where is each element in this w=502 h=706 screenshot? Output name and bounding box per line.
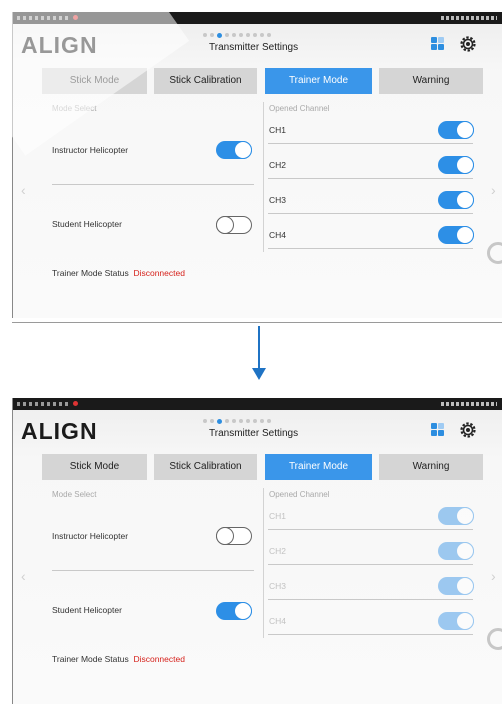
trainer-status: Trainer Mode Status Disconnected [52,654,185,664]
trainer-status-value: Disconnected [133,268,185,278]
tab-stick-mode[interactable]: Stick Mode [42,454,147,480]
system-status-icons [441,402,497,406]
side-handle-icon [487,242,502,264]
divider [268,143,473,144]
trainer-status-value: Disconnected [133,654,185,664]
instructor-helicopter-label: Instructor Helicopter [52,531,129,541]
instructor-helicopter-label: Instructor Helicopter [52,145,129,155]
channel-label: CH2 [269,160,287,170]
page-title: Transmitter Settings [209,428,299,439]
channel-label: CH1 [269,511,287,521]
system-status-icons [441,16,497,20]
status-bar [13,398,502,410]
chevron-left-icon[interactable]: ‹ [21,182,26,198]
page-dot [225,33,229,37]
channel-label: CH2 [269,546,287,556]
page-dot [239,419,243,423]
divider [268,529,473,530]
side-handle-icon [487,628,502,650]
channel-toggle[interactable] [438,507,474,525]
chevron-right-icon[interactable]: › [491,568,496,584]
page-dot [217,418,222,424]
mode-select-label: Mode Select [52,490,97,499]
trainer-status-label: Trainer Mode Status [52,268,129,278]
divider [268,564,473,565]
tab-trainer-mode[interactable]: Trainer Mode [265,454,372,480]
channel-toggle[interactable] [438,542,474,560]
app-header: ALIGN Transmitter Settings [13,410,502,452]
opened-channel-label: Opened Channel [269,104,330,113]
channel-toggle[interactable] [438,612,474,630]
channel-toggle[interactable] [438,191,474,209]
tab-trainer-mode[interactable]: Trainer Mode [265,68,372,94]
channel-toggle[interactable] [438,226,474,244]
page-dot [267,33,271,37]
page-indicator [203,418,271,424]
grid-icon[interactable] [431,423,444,436]
trainer-status: Trainer Mode Status Disconnected [52,268,185,278]
channel-label: CH3 [269,195,287,205]
align-logo: ALIGN [21,418,98,444]
gear-icon[interactable] [458,34,478,54]
page-title: Transmitter Settings [209,42,299,53]
panel-divider [263,102,264,252]
chevron-left-icon[interactable]: ‹ [21,568,26,584]
opened-channel-label: Opened Channel [269,490,330,499]
chevron-right-icon[interactable]: › [491,182,496,198]
screen-edge [12,322,502,323]
page-dot [210,33,214,37]
page-dot [246,419,250,423]
instructor-toggle[interactable] [216,141,252,159]
page-dot [232,33,236,37]
divider [52,184,254,185]
tab-stick-calibration[interactable]: Stick Calibration [154,68,257,94]
divider [268,634,473,635]
page-dot [239,33,243,37]
tab-stick-calibration[interactable]: Stick Calibration [154,454,257,480]
settings-screen-after: ALIGN Transmitter Settings Stick Mode St… [12,398,502,704]
page-dot [225,419,229,423]
student-toggle[interactable] [216,602,252,620]
page-dot [253,33,257,37]
student-toggle[interactable] [216,216,252,234]
arrow-down-icon [258,326,260,370]
gear-icon[interactable] [458,420,478,440]
page-dot [232,419,236,423]
channel-toggle[interactable] [438,577,474,595]
page-dot [210,419,214,423]
page-dot [253,419,257,423]
panel-divider [263,488,264,638]
divider [52,570,254,571]
tab-bar: Stick Mode Stick Calibration Trainer Mod… [13,454,502,480]
channel-label: CH1 [269,125,287,135]
channel-label: CH4 [269,230,287,240]
channel-toggle[interactable] [438,121,474,139]
divider [268,599,473,600]
channel-toggle[interactable] [438,156,474,174]
divider [268,178,473,179]
divider [268,248,473,249]
arrow-head [252,368,266,380]
student-helicopter-label: Student Helicopter [52,605,122,615]
channel-label: CH3 [269,581,287,591]
instructor-toggle[interactable] [216,527,252,545]
page-dot [217,32,222,38]
channel-label: CH4 [269,616,287,626]
notification-icon [73,401,78,406]
page-dot [246,33,250,37]
status-indicators [17,402,71,406]
divider [268,213,473,214]
page-dot [267,419,271,423]
student-helicopter-label: Student Helicopter [52,219,122,229]
trainer-status-label: Trainer Mode Status [52,654,129,664]
page-dot [260,419,264,423]
page-dot [203,419,207,423]
tab-warning[interactable]: Warning [379,68,483,94]
page-indicator [203,32,271,38]
grid-icon[interactable] [431,37,444,50]
page-dot [260,33,264,37]
tab-warning[interactable]: Warning [379,454,483,480]
page-dot [203,33,207,37]
